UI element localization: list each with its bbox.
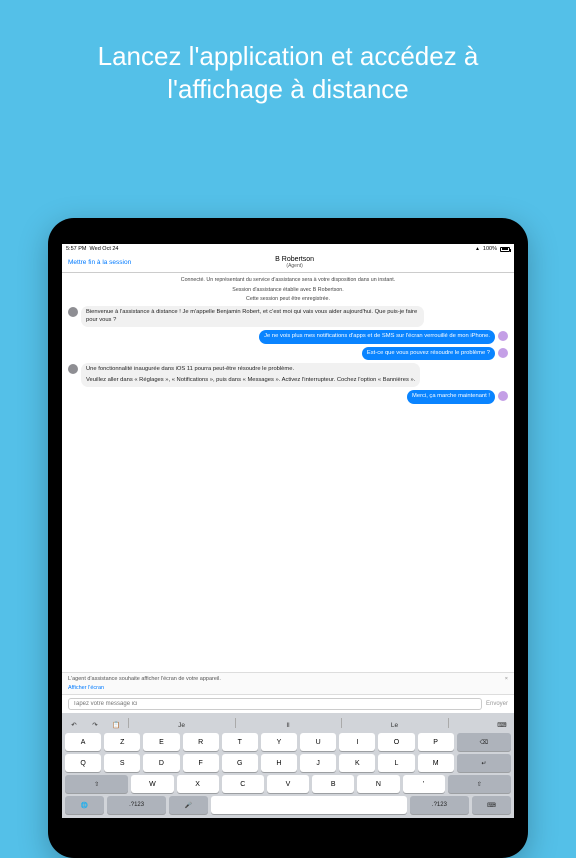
punct-key[interactable]: ' — [403, 775, 445, 793]
clipboard-key[interactable]: 📋 — [107, 716, 125, 734]
letter-key[interactable]: C — [222, 775, 264, 793]
status-time: 5:57 PM Wed Oct 24 — [66, 246, 119, 252]
marketing-headline: Lancez l'application et accédez à l'affi… — [0, 0, 576, 105]
letter-key[interactable]: Z — [104, 733, 140, 751]
user-bubble: Est-ce que vous pouvez résoudre le probl… — [362, 347, 495, 361]
letter-key[interactable]: I — [339, 733, 375, 751]
undo-key[interactable]: ↶ — [65, 716, 83, 734]
letter-key[interactable]: Y — [261, 733, 297, 751]
end-session-button[interactable]: Mettre fin à la session — [68, 259, 131, 266]
system-message: Cette session peut être enregistrée. — [68, 296, 508, 303]
suggestion-key[interactable]: Il — [238, 716, 338, 734]
send-button[interactable]: Envoyer — [486, 701, 508, 707]
letter-key[interactable]: W — [131, 775, 173, 793]
show-screen-link[interactable]: Afficher l'écran — [68, 685, 508, 691]
onscreen-keyboard: ↶ ↷ 📋 Je Il Le ⌨ A Z E R T Y — [62, 713, 514, 818]
chat-transcript[interactable]: Connecté. Un représentant du service d'a… — [62, 273, 514, 672]
letter-key[interactable]: V — [267, 775, 309, 793]
battery-icon — [500, 247, 510, 252]
user-avatar — [498, 391, 508, 401]
letter-key[interactable]: J — [300, 754, 336, 772]
agent-avatar — [68, 307, 78, 317]
status-bar: 5:57 PM Wed Oct 24 100% — [62, 244, 514, 254]
letter-key[interactable]: M — [418, 754, 454, 772]
numeric-key[interactable]: .?123 — [107, 796, 166, 814]
prompt-text: L'agent d'assistance souhaite afficher l… — [68, 676, 221, 682]
user-bubble: Merci, ça marche maintenant ! — [407, 390, 495, 404]
letter-key[interactable]: A — [65, 733, 101, 751]
letter-key[interactable]: H — [261, 754, 297, 772]
letter-key[interactable]: B — [312, 775, 354, 793]
letter-key[interactable]: L — [378, 754, 414, 772]
agent-bubble: Bienvenue à l'assistance à distance ! Je… — [81, 306, 424, 327]
agent-bubble: Une fonctionnalité inaugurée dans iOS 11… — [81, 363, 420, 387]
wifi-icon — [475, 246, 480, 252]
chat-row-user: Merci, ça marche maintenant ! — [68, 390, 508, 404]
screen-share-prompt: × L'agent d'assistance souhaite afficher… — [62, 672, 514, 694]
letter-key[interactable]: R — [183, 733, 219, 751]
agent-text: Une fonctionnalité inaugurée dans iOS 11… — [86, 366, 415, 374]
agent-text: Veuillez aller dans « Réglages », « Noti… — [86, 377, 415, 385]
letter-key[interactable]: K — [339, 754, 375, 772]
hide-keyboard-key[interactable]: ⌨ — [493, 716, 511, 734]
numeric-key[interactable]: .?123 — [410, 796, 469, 814]
keyboard-row-bottom: 🌐 .?123 🎤 .?123 ⌨ — [65, 796, 511, 814]
battery-percent: 100% — [483, 246, 497, 252]
letter-key[interactable]: X — [177, 775, 219, 793]
agent-role: (Agent) — [275, 264, 314, 270]
agent-avatar — [68, 364, 78, 374]
keyboard-row-3: ⇧ W X C V B N ' ⇧ — [65, 775, 511, 793]
message-input-row: Envoyer — [62, 694, 514, 713]
suggestion-key[interactable]: Le — [345, 716, 445, 734]
keyboard-row-2: Q S D F G H J K L M ↵ — [65, 754, 511, 772]
chat-header: Mettre fin à la session B Robertson (Age… — [62, 254, 514, 273]
letter-key[interactable]: G — [222, 754, 258, 772]
redo-key[interactable]: ↷ — [86, 716, 104, 734]
keyboard-row-1: A Z E R T Y U I O P ⌫ — [65, 733, 511, 751]
suggestion-key[interactable]: Je — [132, 716, 232, 734]
ipad-frame: 5:57 PM Wed Oct 24 100% Mettre fin à la … — [48, 218, 528, 858]
message-input[interactable] — [68, 698, 482, 710]
letter-key[interactable]: Q — [65, 754, 101, 772]
user-avatar — [498, 348, 508, 358]
chat-row-user: Est-ce que vous pouvez résoudre le probl… — [68, 347, 508, 361]
close-icon[interactable]: × — [505, 676, 508, 682]
mic-key[interactable]: 🎤 — [169, 796, 208, 814]
chat-row-user: Je ne vois plus mes notifications d'apps… — [68, 330, 508, 344]
ipad-screen: 5:57 PM Wed Oct 24 100% Mettre fin à la … — [62, 244, 514, 818]
shift-key[interactable]: ⇧ — [65, 775, 128, 793]
letter-key[interactable]: T — [222, 733, 258, 751]
letter-key[interactable]: D — [143, 754, 179, 772]
globe-key[interactable]: 🌐 — [65, 796, 104, 814]
system-message: Connecté. Un représentant du service d'a… — [68, 277, 508, 284]
user-avatar — [498, 331, 508, 341]
letter-key[interactable]: P — [418, 733, 454, 751]
return-key[interactable]: ↵ — [457, 754, 511, 772]
backspace-key[interactable]: ⌫ — [457, 733, 511, 751]
letter-key[interactable]: F — [183, 754, 219, 772]
chat-row-agent: Une fonctionnalité inaugurée dans iOS 11… — [68, 363, 508, 387]
letter-key[interactable]: U — [300, 733, 336, 751]
letter-key[interactable]: N — [357, 775, 399, 793]
system-message: Session d'assistance établie avec B Robe… — [68, 287, 508, 294]
shift-key[interactable]: ⇧ — [448, 775, 511, 793]
space-key[interactable] — [211, 796, 407, 814]
chat-row-agent: Bienvenue à l'assistance à distance ! Je… — [68, 306, 508, 327]
letter-key[interactable]: O — [378, 733, 414, 751]
hide-keyboard-key[interactable]: ⌨ — [472, 796, 511, 814]
letter-key[interactable]: S — [104, 754, 140, 772]
letter-key[interactable]: E — [143, 733, 179, 751]
user-bubble: Je ne vois plus mes notifications d'apps… — [259, 330, 495, 344]
